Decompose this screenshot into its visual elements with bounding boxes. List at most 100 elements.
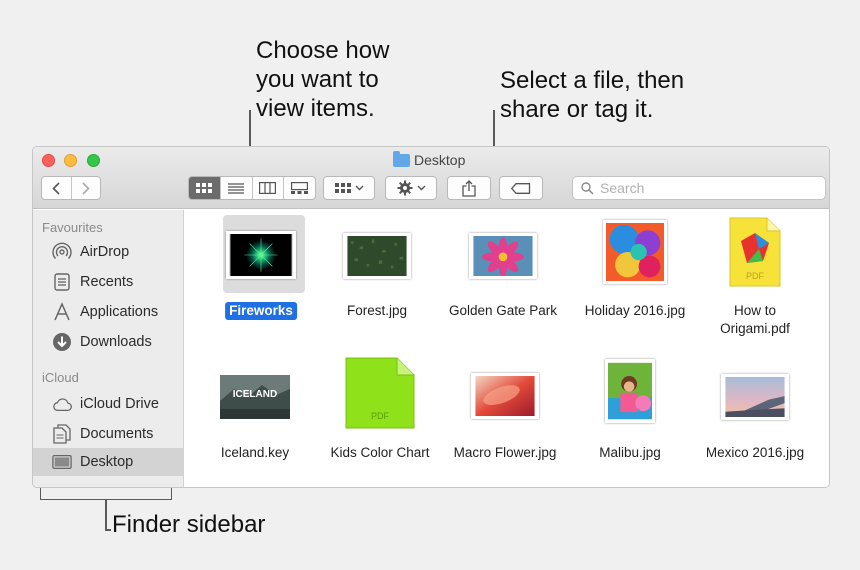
file-name: Forest.jpg: [346, 303, 408, 318]
pdf-badge: PDF: [746, 271, 765, 281]
sidebar-item-documents[interactable]: Documents: [33, 420, 184, 448]
file-thumbnail: [601, 218, 669, 286]
search-field[interactable]: Search: [572, 176, 826, 200]
share-icon: [462, 179, 476, 197]
file-item-how-to-origami[interactable]: PDF How to Origami.pdf: [690, 215, 820, 336]
chevron-right-icon: [82, 181, 90, 195]
sidebar-item-applications[interactable]: Applications: [33, 298, 184, 326]
file-thumbnail: [341, 231, 413, 281]
sidebar-item-label: Applications: [80, 304, 159, 320]
column-view-button[interactable]: [253, 177, 285, 199]
file-thumbnail: [719, 372, 791, 422]
flower-image: [469, 233, 537, 279]
sidebar-item-label: Recents: [80, 274, 134, 290]
chevron-down-icon: [417, 185, 425, 191]
search-icon: [581, 181, 594, 195]
gear-icon: [397, 180, 412, 196]
finder-sidebar: Favourites AirDrop Recents Applications …: [33, 210, 184, 487]
file-item-iceland[interactable]: ICELAND Iceland.key: [190, 360, 320, 470]
sidebar-item-label: Downloads: [80, 334, 152, 350]
minimize-button[interactable]: [64, 154, 77, 167]
malibu-image: [605, 359, 655, 423]
file-item-golden-gate-park[interactable]: Golden Gate Park: [438, 215, 568, 325]
close-button[interactable]: [42, 154, 55, 167]
file-item-forest[interactable]: Forest.jpg: [312, 215, 442, 325]
sidebar-item-recents[interactable]: Recents: [33, 268, 184, 296]
file-name: Malibu.jpg: [599, 445, 661, 460]
finder-window: Desktop Search Favourites AirDrop Recent…: [32, 146, 830, 488]
keynote-title-text: ICELAND: [233, 389, 277, 400]
file-name: Mexico 2016.jpg: [705, 445, 805, 460]
file-thumbnail: [467, 231, 539, 281]
file-name: Golden Gate Park: [448, 303, 558, 318]
file-item-macro-flower[interactable]: Macro Flower.jpg: [440, 360, 570, 470]
applications-icon: [52, 302, 72, 322]
column-view-icon: [259, 182, 277, 194]
back-button[interactable]: [42, 177, 72, 199]
mexico-image: [721, 374, 789, 420]
file-grid: Fireworks Forest.jpg Golden Gate Park Ho…: [185, 210, 829, 487]
nav-buttons: [41, 176, 101, 200]
callout-share-tag: Select a file, then share or tag it.: [500, 67, 685, 123]
file-item-mexico-2016[interactable]: Mexico 2016.jpg: [690, 360, 820, 470]
file-item-malibu[interactable]: Malibu.jpg: [565, 359, 695, 470]
icon-view-icon: [196, 183, 213, 193]
file-name: Iceland.key: [220, 445, 290, 460]
tag-icon: [511, 182, 531, 194]
file-item-kids-color-chart[interactable]: PDF Kids Color Chart: [315, 357, 445, 470]
sidebar-heading-favourites: Favourites: [42, 220, 103, 235]
share-button[interactable]: [447, 176, 491, 200]
file-thumbnail: ICELAND: [219, 374, 291, 420]
zoom-button[interactable]: [87, 154, 100, 167]
holiday-image: [603, 220, 667, 284]
desktop-icon: [52, 452, 72, 472]
fireworks-image: [226, 231, 296, 279]
view-mode-buttons: [188, 176, 316, 200]
sidebar-item-label: Desktop: [80, 454, 134, 470]
callout-line-sidebar-tick: [105, 529, 111, 531]
sidebar-item-desktop[interactable]: Desktop: [33, 448, 184, 476]
downloads-icon: [52, 332, 72, 352]
file-name: Kids Color Chart: [330, 445, 430, 460]
callout-finder-sidebar: Finder sidebar: [112, 511, 266, 538]
pdf-badge: PDF: [371, 411, 390, 421]
macro-flower-image: [471, 373, 539, 419]
sidebar-item-downloads[interactable]: Downloads: [33, 328, 184, 356]
icon-view-button[interactable]: [189, 177, 221, 199]
folder-icon: [393, 150, 410, 167]
window-title: Desktop: [393, 150, 466, 168]
documents-icon: [52, 424, 72, 444]
tag-button[interactable]: [499, 176, 543, 200]
gallery-view-button[interactable]: [284, 177, 315, 199]
sidebar-item-airdrop[interactable]: AirDrop: [33, 238, 184, 266]
sidebar-heading-icloud: iCloud: [42, 370, 79, 385]
keynote-image: ICELAND: [220, 375, 290, 419]
file-name: Fireworks: [225, 302, 297, 320]
file-thumbnail: [469, 371, 541, 421]
list-view-button[interactable]: [221, 177, 253, 199]
recents-icon: [52, 272, 72, 292]
file-item-fireworks[interactable]: Fireworks: [196, 215, 326, 325]
list-view-icon: [228, 182, 245, 194]
chevron-down-icon: [355, 185, 363, 191]
sidebar-item-label: AirDrop: [80, 244, 130, 260]
group-icon: [334, 183, 351, 193]
forest-image: [343, 233, 411, 279]
file-thumbnail: PDF: [727, 216, 783, 288]
pdf-document-icon: PDF: [729, 217, 781, 287]
file-name: Holiday 2016.jpg: [584, 303, 686, 318]
search-placeholder: Search: [600, 180, 645, 196]
forward-button[interactable]: [72, 177, 101, 199]
file-thumbnail: [602, 356, 658, 426]
action-button[interactable]: [385, 176, 437, 200]
callout-view-options: Choose how you want to view items.: [256, 37, 390, 122]
window-title-text: Desktop: [414, 152, 466, 168]
sidebar-item-icloud-drive[interactable]: iCloud Drive: [33, 390, 184, 418]
file-item-holiday-2016[interactable]: Holiday 2016.jpg: [570, 215, 700, 325]
group-button[interactable]: [323, 176, 375, 200]
sidebar-item-label: Documents: [80, 426, 154, 442]
file-thumbnail: PDF: [344, 356, 416, 430]
chevron-left-icon: [52, 181, 60, 195]
callout-line-sidebar: [105, 500, 107, 530]
sidebar-item-label: iCloud Drive: [80, 396, 159, 412]
